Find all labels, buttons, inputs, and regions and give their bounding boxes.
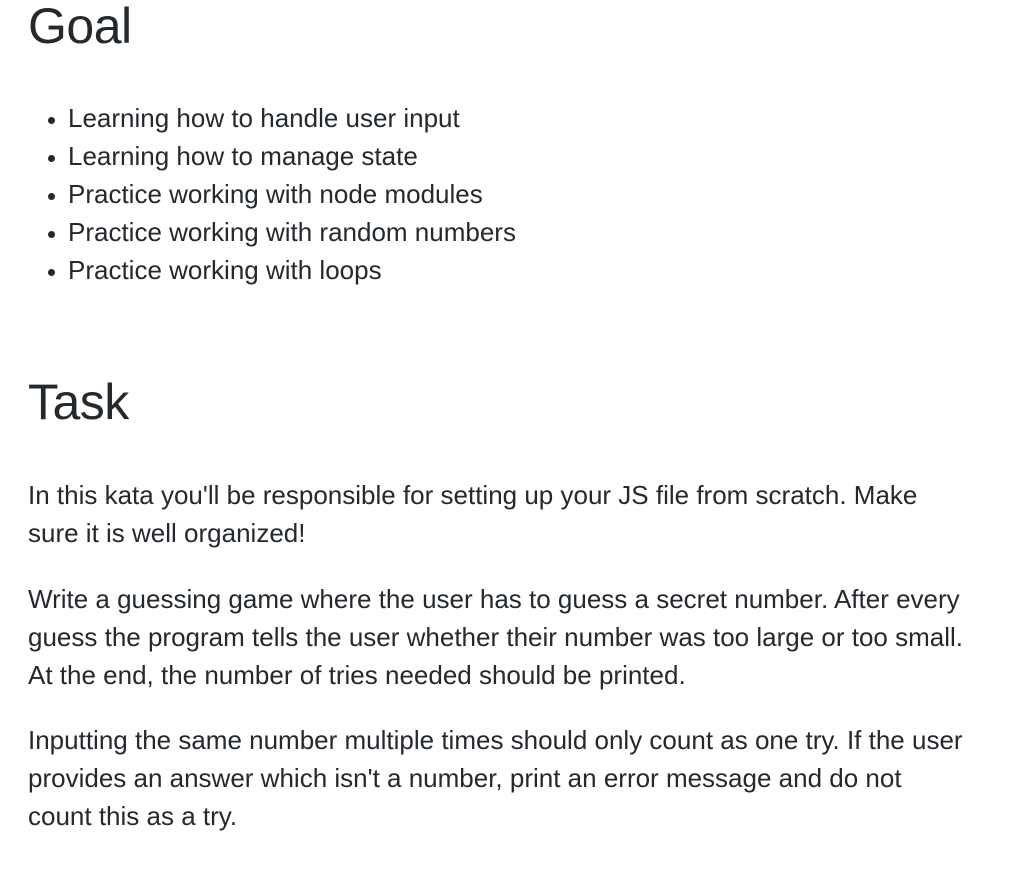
list-item: Practice working with loops xyxy=(68,251,516,289)
task-paragraph-intro: In this kata you'll be responsible for s… xyxy=(28,480,918,548)
goal-heading: Goal xyxy=(28,0,132,54)
task-paragraph-rules: Inputting the same number multiple times… xyxy=(28,725,963,831)
list-item: Learning how to manage state xyxy=(68,137,516,175)
task-heading: Task xyxy=(28,374,129,430)
list-item: Practice working with node modules xyxy=(68,175,516,213)
task-paragraph-game: Write a guessing game where the user has… xyxy=(28,584,964,690)
list-item: Practice working with random numbers xyxy=(68,213,516,251)
goal-list: Learning how to handle user input Learni… xyxy=(28,99,516,289)
list-item: Learning how to handle user input xyxy=(68,99,516,137)
